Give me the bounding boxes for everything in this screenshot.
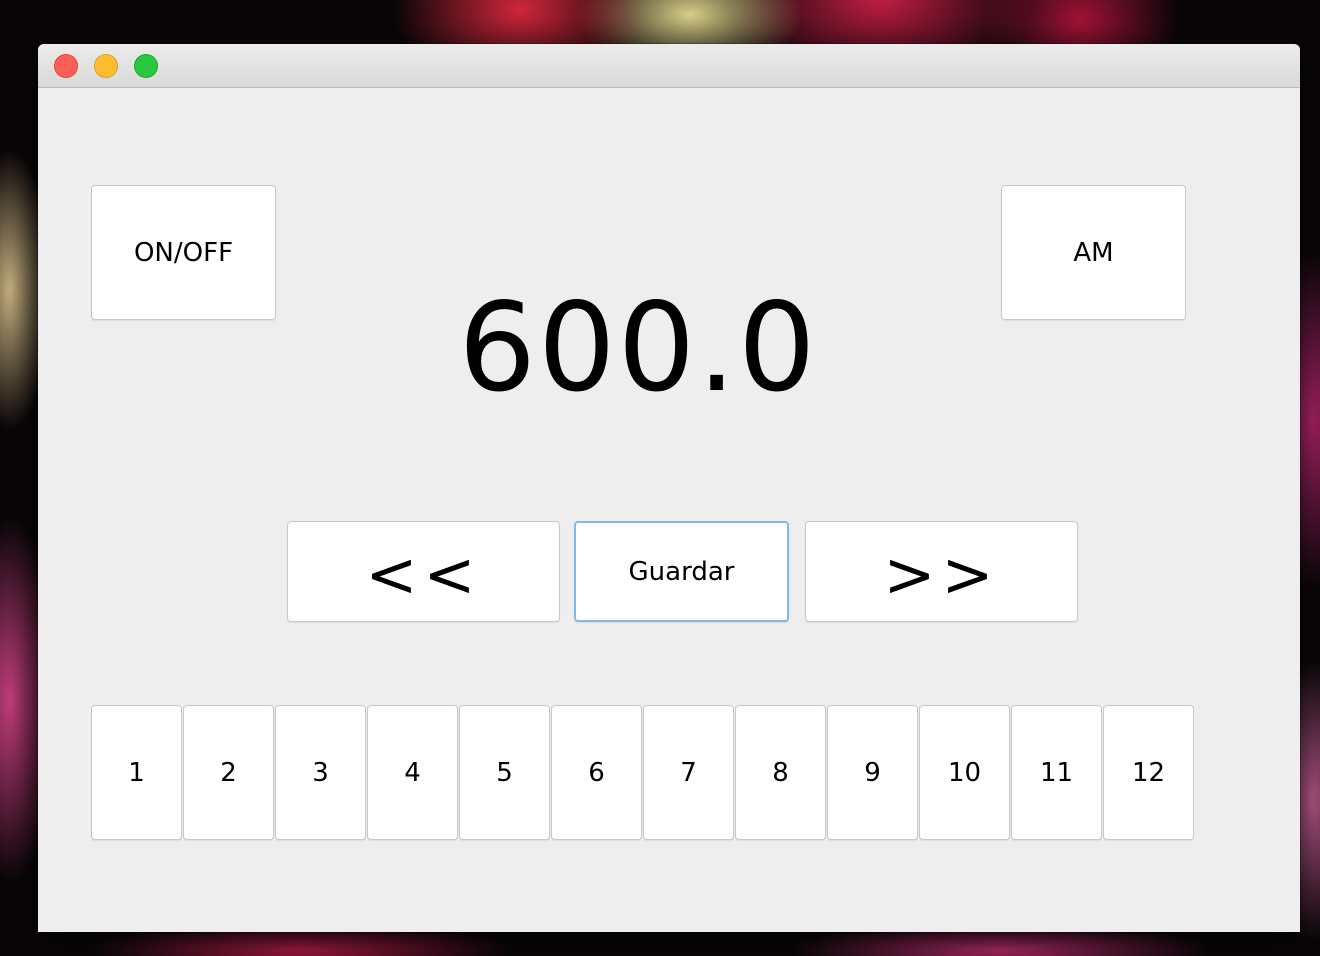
- tune-up-button[interactable]: >>: [805, 521, 1078, 622]
- preset-button-5[interactable]: 5: [459, 705, 550, 840]
- frequency-display: 600.0: [458, 277, 818, 419]
- preset-button-2[interactable]: 2: [183, 705, 274, 840]
- preset-button-11[interactable]: 11: [1011, 705, 1102, 840]
- save-station-button[interactable]: Guardar: [574, 521, 789, 622]
- preset-button-3[interactable]: 3: [275, 705, 366, 840]
- preset-button-9[interactable]: 9: [827, 705, 918, 840]
- zoom-window-button[interactable]: [134, 54, 158, 78]
- preset-button-4[interactable]: 4: [367, 705, 458, 840]
- preset-button-8[interactable]: 8: [735, 705, 826, 840]
- app-window: ON/OFF AM 600.0 << Guardar >> 1 2 3 4 5 …: [38, 44, 1300, 932]
- preset-button-7[interactable]: 7: [643, 705, 734, 840]
- minimize-window-button[interactable]: [94, 54, 118, 78]
- preset-button-6[interactable]: 6: [551, 705, 642, 840]
- radio-panel: ON/OFF AM 600.0 << Guardar >> 1 2 3 4 5 …: [38, 88, 1300, 932]
- title-bar[interactable]: [38, 44, 1300, 88]
- preset-button-10[interactable]: 10: [919, 705, 1010, 840]
- preset-button-12[interactable]: 12: [1103, 705, 1194, 840]
- close-window-button[interactable]: [54, 54, 78, 78]
- preset-button-1[interactable]: 1: [91, 705, 182, 840]
- tune-down-button[interactable]: <<: [287, 521, 560, 622]
